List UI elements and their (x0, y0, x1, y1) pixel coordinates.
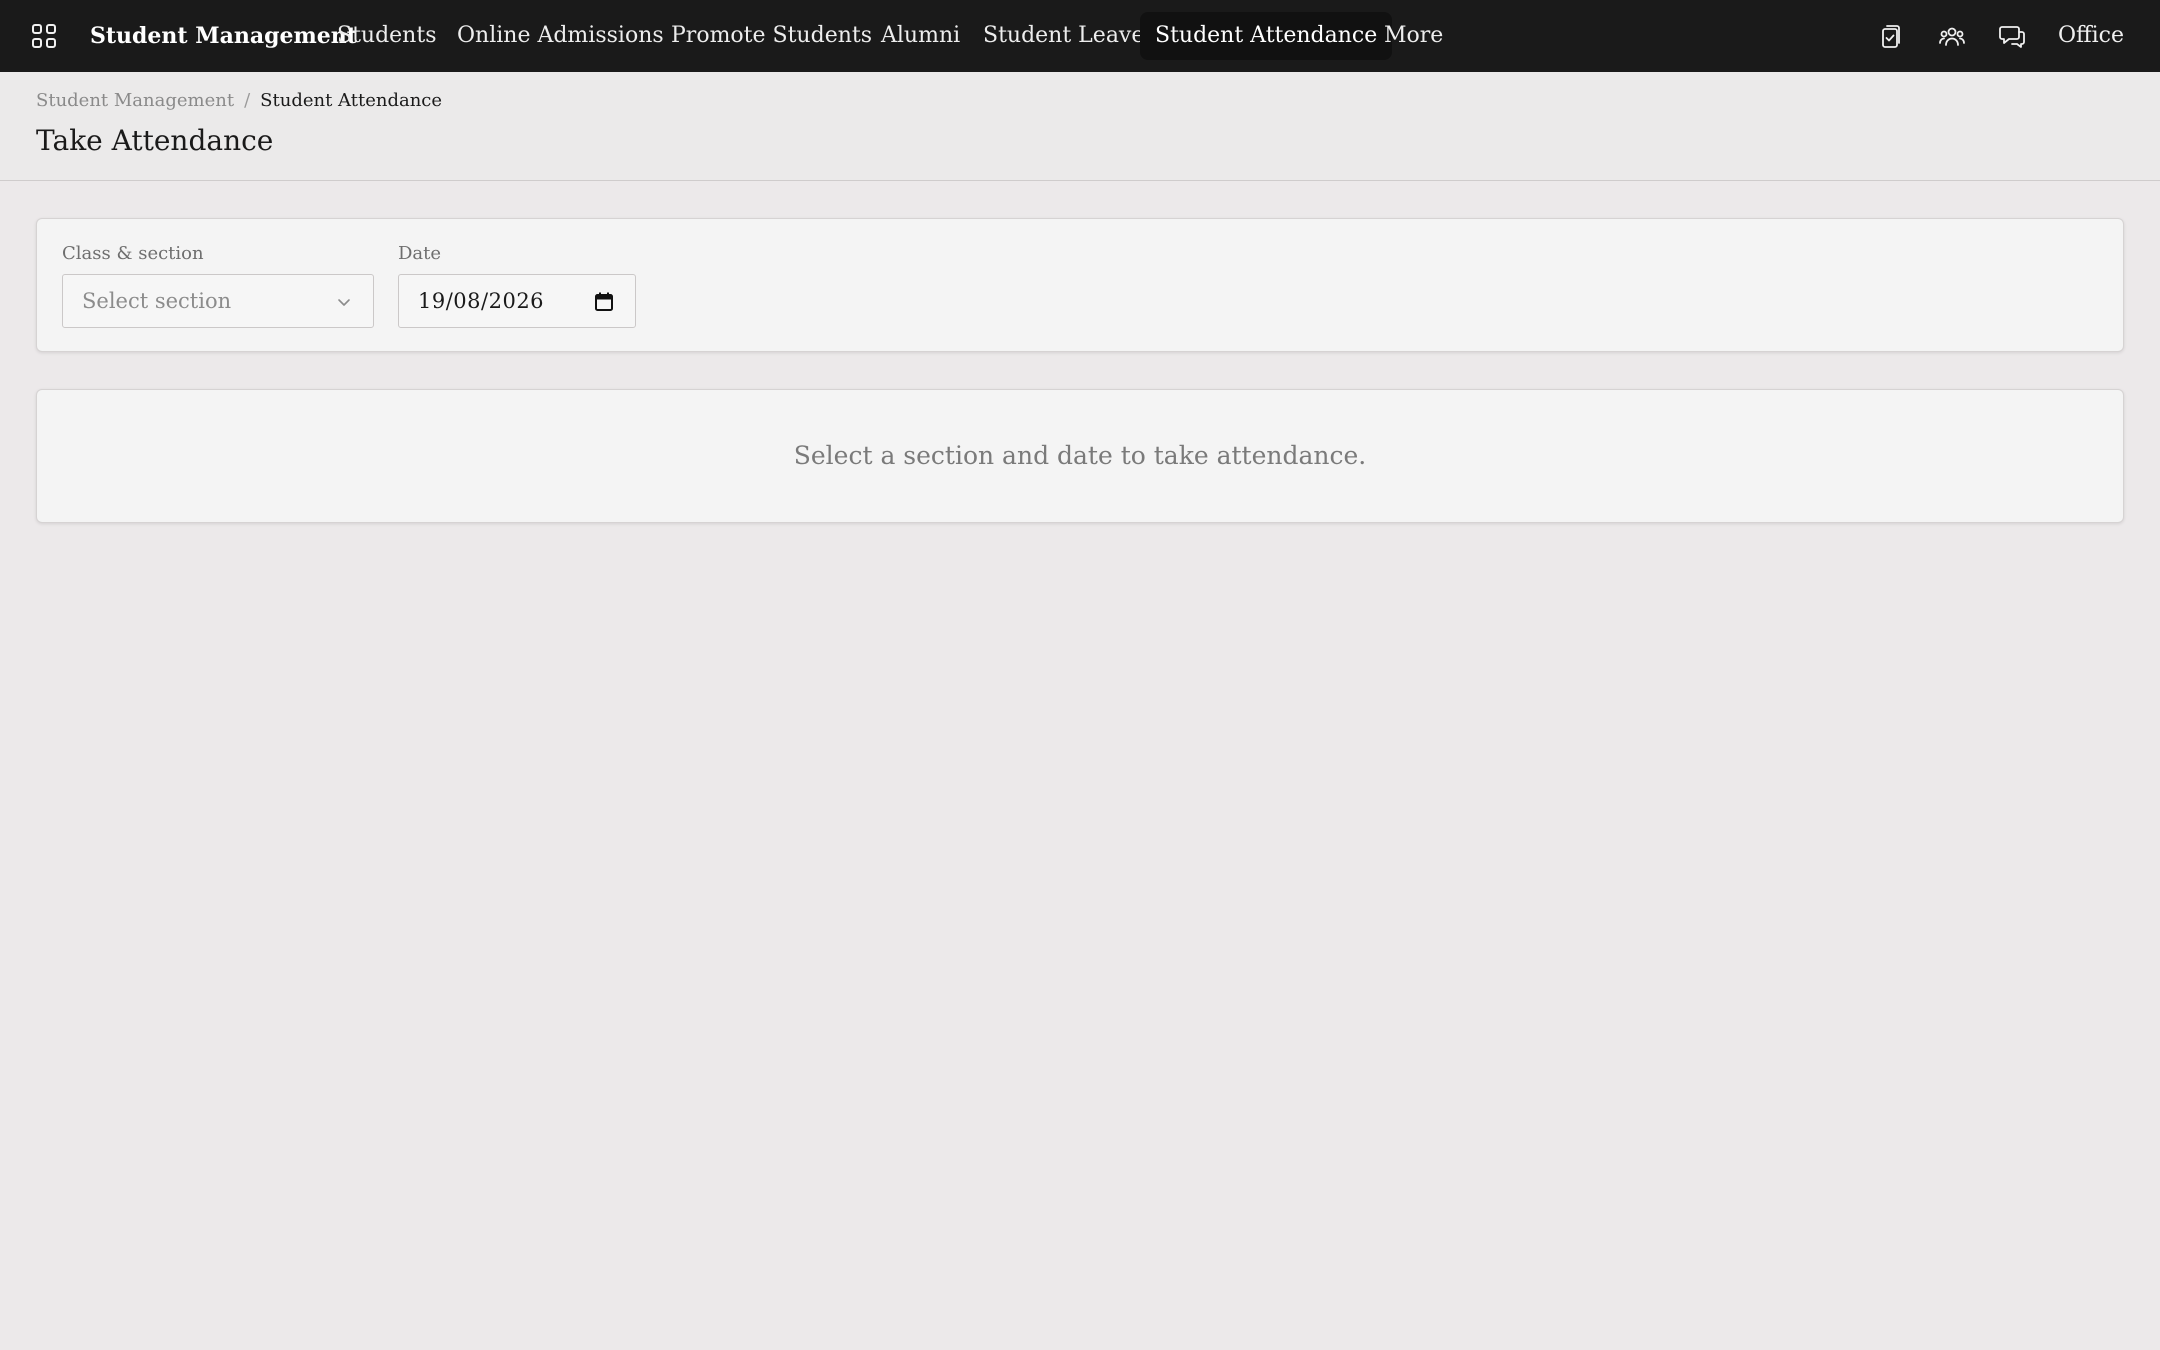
nav-brand-student-management[interactable]: Student Management (90, 12, 357, 60)
nav-item-student-attendance[interactable]: Student Attendance (1140, 12, 1393, 60)
class-section-select[interactable]: Select section (62, 274, 374, 328)
page-title: Take Attendance (36, 124, 274, 157)
nav-item-promote-students[interactable]: Promote Students (671, 12, 872, 60)
nav-item-student-leave[interactable]: Student Leave (983, 12, 1144, 60)
calendar-icon[interactable] (593, 291, 615, 313)
class-section-label: Class & section (62, 243, 204, 264)
chat-bubbles-icon[interactable] (1998, 22, 2026, 50)
class-section-placeholder: Select section (82, 289, 232, 313)
nav-item-students[interactable]: Students (337, 12, 436, 60)
users-group-icon[interactable] (1938, 22, 1966, 50)
empty-state-message: Select a section and date to take attend… (793, 441, 1367, 470)
chevron-down-icon (338, 299, 350, 306)
breadcrumb-link-student-management[interactable]: Student Management (36, 90, 234, 111)
grid-apps-icon[interactable] (31, 23, 57, 49)
page-header: Student Management / Student Attendance Ta… (0, 72, 2160, 181)
breadcrumb-separator: / (244, 90, 251, 111)
date-label: Date (398, 243, 442, 264)
breadcrumb-current: Student Attendance (260, 90, 443, 111)
attendance-empty-state: Select a section and date to take attend… (36, 389, 2124, 523)
date-input[interactable]: 19/08/2026 (398, 274, 636, 328)
office-menu[interactable]: Office (2058, 12, 2124, 60)
filter-card: Class & section Select section Date 19/0… (36, 218, 2124, 352)
date-value: 19/08/2026 (418, 289, 545, 313)
nav-item-more[interactable]: More (1384, 12, 1443, 60)
top-navigation-bar: Student Management Students Online Admis… (0, 0, 2160, 72)
clipboard-check-icon[interactable] (1878, 22, 1906, 50)
nav-item-online-admissions[interactable]: Online Admissions (457, 12, 664, 60)
nav-item-alumni[interactable]: Alumni (881, 12, 960, 60)
breadcrumb: Student Management / Student Attendance (36, 90, 442, 111)
